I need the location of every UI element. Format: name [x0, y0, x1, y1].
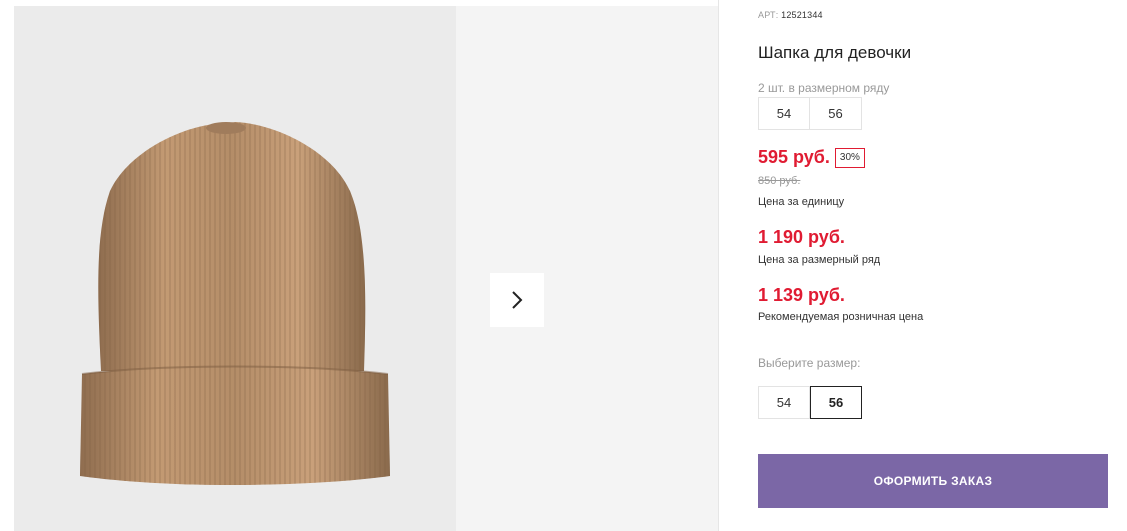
article-label: АРТ: — [758, 10, 779, 20]
rrp-price-caption: Рекомендуемая розничная цена — [758, 311, 924, 323]
pack-note: 2 шт. в размерном ряду — [758, 81, 890, 95]
size-option-54[interactable]: 54 — [758, 386, 810, 419]
article-value: 12521344 — [781, 10, 823, 20]
chevron-right-icon — [512, 291, 523, 309]
discount-badge: 30% — [834, 147, 865, 168]
old-price: 850 руб. — [758, 175, 801, 187]
pack-size: 56 — [810, 97, 862, 130]
row-price-caption: Цена за размерный ряд — [758, 254, 881, 266]
row-price: 1 190 руб. — [758, 227, 845, 247]
product-gallery — [14, 6, 718, 531]
price-row: 595 руб. 30% — [758, 147, 865, 168]
pack-sizes: 54 56 — [758, 97, 862, 130]
product-photo — [14, 6, 456, 531]
order-button[interactable]: ОФОРМИТЬ ЗАКАЗ — [758, 454, 1108, 508]
size-select-label: Выберите размер: — [758, 356, 861, 370]
current-price: 595 руб. — [758, 147, 830, 167]
product-title: Шапка для девочки — [758, 43, 912, 62]
pack-size: 54 — [758, 97, 810, 130]
size-option-56[interactable]: 56 — [810, 386, 862, 419]
unit-price-caption: Цена за единицу — [758, 196, 845, 208]
rrp-price: 1 139 руб. — [758, 285, 845, 305]
hat-image — [80, 122, 390, 485]
size-selector: 54 56 — [758, 386, 862, 419]
next-image-button[interactable] — [490, 273, 544, 327]
product-page: АРТ: 12521344 Шапка для девочки 2 шт. в … — [0, 0, 1127, 531]
divider — [718, 0, 719, 531]
article-number: АРТ: 12521344 — [758, 10, 823, 20]
